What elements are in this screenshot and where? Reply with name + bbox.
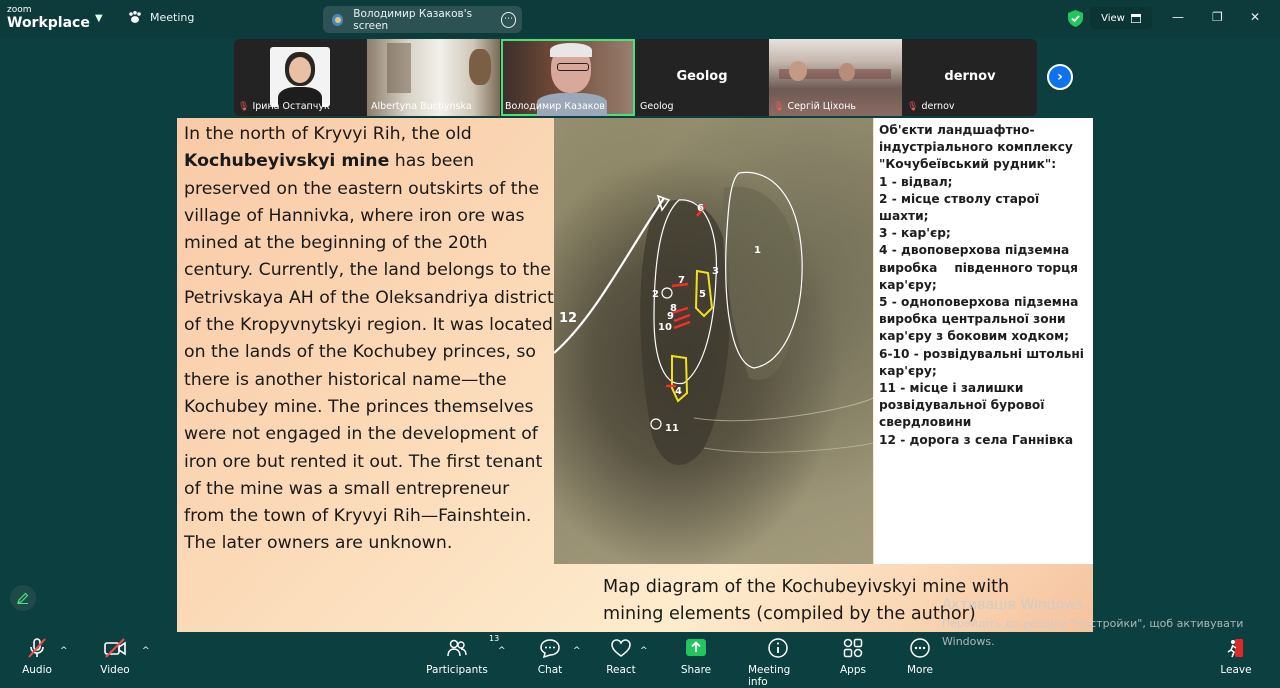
share-label: Share <box>680 664 712 676</box>
annotate-button[interactable] <box>10 585 36 611</box>
shield-icon[interactable] <box>1068 10 1083 27</box>
grid-icon <box>1130 13 1141 23</box>
participant-name: 🎙 Сергій Ціхонь <box>773 101 857 112</box>
map-label: 10 <box>658 322 672 333</box>
chat-button[interactable]: Chat <box>520 636 580 676</box>
map-label: 12 <box>559 311 577 326</box>
participant-name: Geolog <box>640 101 674 112</box>
map-label: 6 <box>697 203 704 214</box>
mic-muted-icon: 🎙 <box>773 101 785 112</box>
participant-name: 🎙 dernov <box>907 101 955 112</box>
participant-display-name: Geolog <box>676 69 728 84</box>
share-label: Володимир Казаков's screen <box>353 7 473 32</box>
audio-button[interactable]: Audio <box>7 636 67 676</box>
react-button[interactable]: React <box>591 636 651 676</box>
participant-tile[interactable]: Albertyna Buchynska <box>367 39 500 116</box>
participant-tile[interactable]: dernov 🎙 dernov <box>903 39 1037 116</box>
participant-name: Володимир Казаков <box>505 101 605 112</box>
share-screen-icon <box>686 639 706 656</box>
more-label: More <box>906 664 934 676</box>
map-label: 4 <box>675 386 682 397</box>
chevron-down-icon[interactable]: ▼ <box>95 13 103 24</box>
slide-bold-term: Kochubeyivskyi mine <box>184 151 390 172</box>
apps-label: Apps <box>840 664 866 676</box>
close-icon[interactable]: ✕ <box>1250 10 1260 24</box>
avatar <box>270 47 330 107</box>
map-legend: Об'єкти ландшафтно- індустріального комп… <box>874 118 1093 564</box>
info-icon <box>768 638 788 658</box>
more-button[interactable]: More <box>890 636 950 676</box>
brand-top: zoom <box>7 5 32 15</box>
screen-share-pill[interactable]: Володимир Казаков's screen ⋯ <box>323 6 522 33</box>
mic-muted-icon: 🎙 <box>907 101 919 112</box>
map-label: 3 <box>712 266 719 277</box>
share-button[interactable]: Share <box>666 636 726 676</box>
participant-strip: 🎙 Ірина Остапчук Albertyna Buchynska Воло… <box>234 39 1037 116</box>
next-page-button[interactable]: › <box>1047 64 1073 90</box>
participant-tile[interactable]: 🎙 Ірина Остапчук <box>234 39 366 116</box>
people-icon <box>447 639 467 657</box>
zoom-logo: zoom Workplace <box>7 5 90 31</box>
participants-label: Participants <box>426 664 488 676</box>
participants-count: 13 <box>489 634 500 643</box>
map-label: 1 <box>754 245 761 256</box>
video-label: Video <box>100 664 130 676</box>
heart-icon <box>611 639 631 657</box>
map-label: 9 <box>667 311 674 322</box>
map-diagram: 1 2 3 4 5 6 7 8 9 10 11 12 <box>554 171 873 465</box>
audio-label: Audio <box>22 664 52 676</box>
meeting-info-button[interactable]: Meeting info <box>748 636 808 688</box>
map-label: 7 <box>678 275 685 286</box>
more-icon <box>910 638 930 658</box>
brand-bottom: Workplace <box>7 15 90 31</box>
meeting-label: Meeting <box>150 11 195 24</box>
legend-text: Об'єкти ландшафтно- індустріального комп… <box>879 123 1084 447</box>
audio-options-caret[interactable]: ^ <box>60 646 68 656</box>
mic-muted-icon: 🎙 <box>238 101 250 112</box>
restore-icon[interactable]: ❐ <box>1212 10 1223 24</box>
map-label: 5 <box>699 289 706 300</box>
map-label: 2 <box>652 289 659 300</box>
participants-button[interactable]: 13 Participants <box>426 634 499 676</box>
watermark-title: Активація Windows <box>942 597 1083 613</box>
participant-display-name: dernov <box>944 69 996 84</box>
meeting-toolbar: Audio ^ Video ^ 13 Participants ^ Chat ^… <box>0 634 1280 688</box>
pencil-icon <box>17 592 29 604</box>
react-label: React <box>606 664 636 676</box>
apps-icon <box>843 638 863 658</box>
meeting-info-label: Meeting info <box>748 664 791 688</box>
shared-slide: In the north of Kryvyi Rih, the old Koch… <box>177 118 1093 632</box>
video-off-icon <box>104 638 126 658</box>
participant-name: 🎙 Ірина Остапчук <box>238 101 330 112</box>
slide-body-text: In the north of Kryvyi Rih, the old Koch… <box>184 124 554 554</box>
leave-icon <box>1227 639 1243 658</box>
apps-button[interactable]: Apps <box>823 636 883 676</box>
globe-icon <box>332 13 344 26</box>
map-label: 11 <box>665 423 679 434</box>
view-label: View <box>1101 12 1125 24</box>
chat-options-caret[interactable]: ^ <box>573 646 581 656</box>
view-button[interactable]: View <box>1090 7 1152 29</box>
chat-label: Chat <box>537 664 563 676</box>
minimize-icon[interactable]: — <box>1172 10 1184 24</box>
participant-tile[interactable]: Geolog Geolog <box>636 39 768 116</box>
chat-icon <box>540 639 560 659</box>
satellite-map: 1 2 3 4 5 6 7 8 9 10 11 12 <box>554 118 873 564</box>
meeting-tab[interactable]: Meeting <box>128 11 194 24</box>
mic-muted-icon <box>28 638 46 658</box>
participants-options-caret[interactable]: ^ <box>498 646 506 656</box>
title-bar: zoom Workplace ▼ Meeting Володимир Казак… <box>0 0 1280 38</box>
more-options-icon[interactable]: ⋯ <box>500 11 517 28</box>
video-button[interactable]: Video <box>85 636 145 676</box>
participant-tile[interactable]: 🎙 Сергій Ціхонь <box>769 39 902 116</box>
paw-icon <box>129 11 141 23</box>
leave-button[interactable]: Leave <box>1206 636 1266 676</box>
react-options-caret[interactable]: ^ <box>640 646 648 656</box>
leave-label: Leave <box>1220 664 1252 676</box>
participant-tile-active[interactable]: Володимир Казаков <box>501 39 635 116</box>
video-options-caret[interactable]: ^ <box>142 646 150 656</box>
participant-name: Albertyna Buchynska <box>371 101 472 112</box>
